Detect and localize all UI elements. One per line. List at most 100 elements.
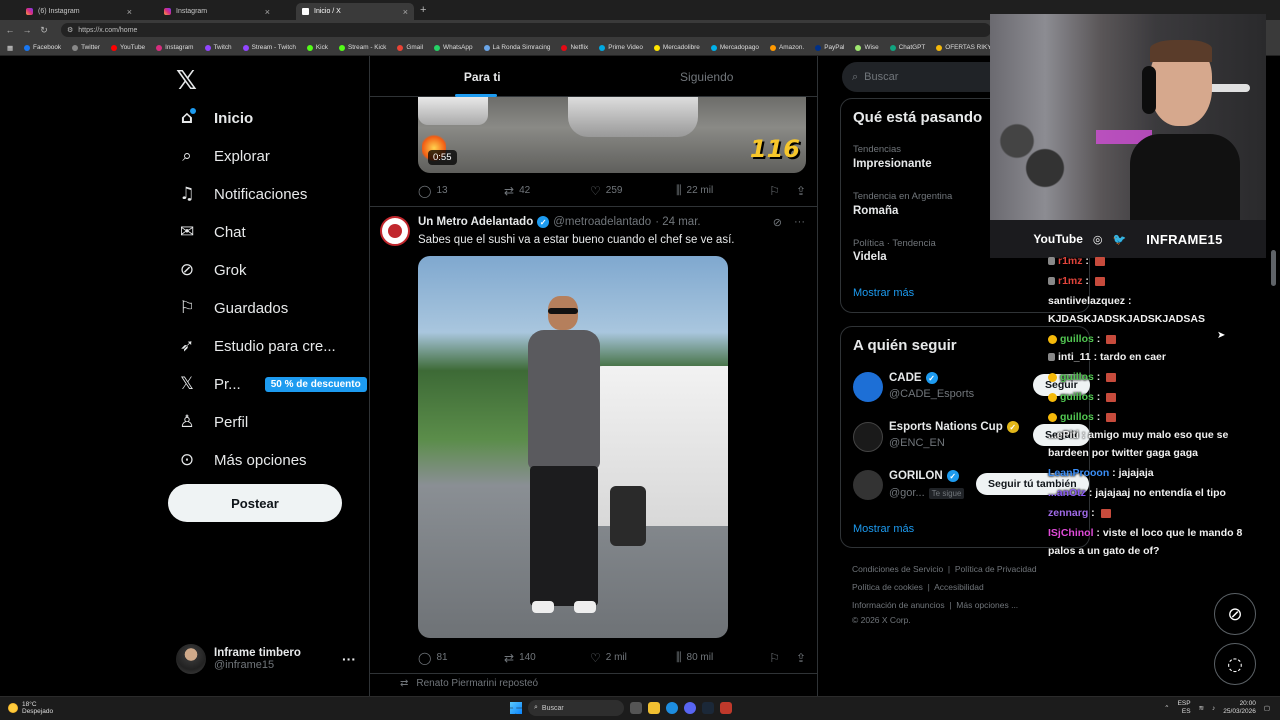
footer-link[interactable]: Política de cookies [852,582,923,592]
close-icon[interactable]: × [403,7,408,17]
nav-item-mas-opciones[interactable]: ⊙ Más opciones [176,450,307,470]
like-button[interactable]: ♡ 259 [590,184,676,198]
avatar[interactable] [853,470,883,500]
tab-para-ti[interactable]: Para ti [370,56,595,97]
apps-icon[interactable]: ▦ [7,44,13,52]
windows-start-icon[interactable] [510,702,522,714]
account-switcher[interactable]: Inframe timbero @inframe15 ··· [176,644,356,674]
bookmark-item[interactable]: Mercadolibre [653,44,700,51]
nav-item-notificaciones[interactable]: ♫ Notificaciones [176,184,307,204]
bookmark-item[interactable]: Kick [306,44,328,51]
language-indicator[interactable]: ESP ES [1178,700,1191,716]
discord-icon[interactable] [684,702,696,714]
nav-item-explorar[interactable]: ⌕ Explorar [176,146,270,166]
author-name[interactable]: Un Metro Adelantado [418,216,533,228]
repost-button[interactable]: ⇄ 42 [504,184,590,198]
nav-item-guardados[interactable]: ⚐ Guardados [176,298,288,318]
trend-name[interactable]: Videla [853,251,887,263]
bookmark-item[interactable]: YouTube [110,44,145,51]
bookmark-item[interactable]: OFERTAS RIKY ! [936,44,995,51]
reply-button[interactable]: ◯ 13 [418,184,504,198]
nav-item-premium[interactable]: 𝕏 Pr... 50 % de descuento [176,374,367,394]
repost-note-text[interactable]: Renato Piermarini reposteó [416,678,538,689]
share-icon[interactable]: ⇪ [796,651,806,665]
follow-suggestion-name[interactable]: Esports Nations Cup ✓ [889,421,1019,433]
bookmark-item[interactable]: Instagram [156,44,194,51]
taskbar-search[interactable]: ⌕ Buscar [528,700,624,716]
tab-siguiendo[interactable]: Siguiendo [595,56,818,96]
tray-chevron-icon[interactable]: ⌃ [1164,704,1169,712]
bookmark-item[interactable]: Amazon. [769,44,804,51]
reply-button[interactable]: ◯ 81 [418,651,504,665]
like-button[interactable]: ♡ 2 mil [590,651,676,665]
close-icon[interactable]: × [265,7,270,17]
bookmark-item[interactable]: PayPal [815,44,844,51]
tweet-photo[interactable] [418,256,728,638]
trend-name[interactable]: Impresionante [853,158,932,170]
footer-link[interactable]: Accesibilidad [934,582,984,592]
wifi-icon[interactable]: ≋ [1199,704,1204,712]
scrollbar[interactable] [1271,250,1276,286]
bookmark-item[interactable]: ChatGPT [889,44,925,51]
bookmark-icon[interactable]: ⚐ [769,651,780,665]
bookmark-item[interactable]: Facebook [24,44,61,51]
bookmark-item[interactable]: Gmail [397,44,423,51]
site-info-icon[interactable]: ⚙ [67,26,73,34]
repost-button[interactable]: ⇄ 140 [504,651,590,665]
bookmark-icon[interactable]: ⚐ [769,184,780,198]
bookmark-item[interactable]: Twitter [72,44,100,51]
footer-link[interactable]: Política de Privacidad [955,564,1037,574]
avatar[interactable] [853,422,883,452]
new-tab-icon[interactable]: + [420,4,426,16]
tab-instagram-2[interactable]: Instagram × [158,3,276,20]
bookmark-item[interactable]: Stream - Kick [338,44,386,51]
tab-instagram-1[interactable]: (6) Instagram × [20,3,138,20]
follow-suggestion-name[interactable]: CADE ✓ [889,372,938,384]
author-handle[interactable]: @metroadelantado [553,216,651,228]
bookmark-item[interactable]: Twitch [204,44,232,51]
edge-icon[interactable] [666,702,678,714]
views-button[interactable]: ⫼ 22 mil [676,183,762,198]
file-explorer-icon[interactable] [648,702,660,714]
footer-link[interactable]: Información de anuncios [852,600,945,610]
show-more-link[interactable]: Mostrar más [853,287,914,299]
bookmark-item[interactable]: Prime Video [599,44,643,51]
reload-icon[interactable]: ↻ [37,25,51,36]
follow-suggestion-name[interactable]: GORILON ✓ [889,470,959,482]
more-icon[interactable]: ··· [794,216,805,229]
back-icon[interactable]: ← [3,25,17,35]
task-view-icon[interactable] [630,702,642,714]
grok-icon[interactable]: ⊘ [773,216,782,229]
nav-item-chat[interactable]: ✉ Chat [176,222,246,242]
close-icon[interactable]: × [127,7,132,17]
weather-widget[interactable]: 18°C Despejado [8,701,53,715]
app-icon[interactable] [720,702,732,714]
avatar[interactable] [380,216,410,246]
nav-item-inicio[interactable]: ⌂ Inicio [176,108,253,128]
tab-x-home[interactable]: Inicio / X × [296,3,414,20]
avatar[interactable] [853,372,883,402]
bookmark-item[interactable]: Stream - Twitch [242,44,296,51]
bookmark-item[interactable]: Mercadopago [710,44,759,51]
url-field[interactable]: ⚙ https://x.com/home [61,23,991,37]
tweet-time[interactable]: · 24 mar. [655,216,700,228]
messages-fab-button[interactable]: ◌ [1214,643,1256,685]
clock[interactable]: 20:00 25/03/2026 [1223,700,1256,716]
share-icon[interactable]: ⇪ [796,184,806,198]
bookmark-item[interactable]: Netflix [561,44,588,51]
x-logo-icon[interactable]: 𝕏 [176,66,197,96]
footer-link[interactable]: Más opciones ... [956,600,1018,610]
grok-fab-button[interactable]: ⊘ [1214,593,1256,635]
show-more-link[interactable]: Mostrar más [853,523,914,535]
bookmark-item[interactable]: WhatsApp [434,44,473,51]
more-icon[interactable]: ··· [342,651,356,667]
steam-icon[interactable] [702,702,714,714]
post-button[interactable]: Postear [168,484,342,522]
nav-item-perfil[interactable]: ♙ Perfil [176,412,248,432]
forward-icon[interactable]: → [20,25,34,35]
views-button[interactable]: ⫼ 80 mil [676,650,762,665]
nav-item-estudio[interactable]: ➶ Estudio para cre... [176,336,336,356]
notifications-icon[interactable]: ▢ [1264,704,1270,712]
tweet-video[interactable]: 116 0:55 [418,97,806,173]
bookmark-item[interactable]: Wise [855,44,879,51]
